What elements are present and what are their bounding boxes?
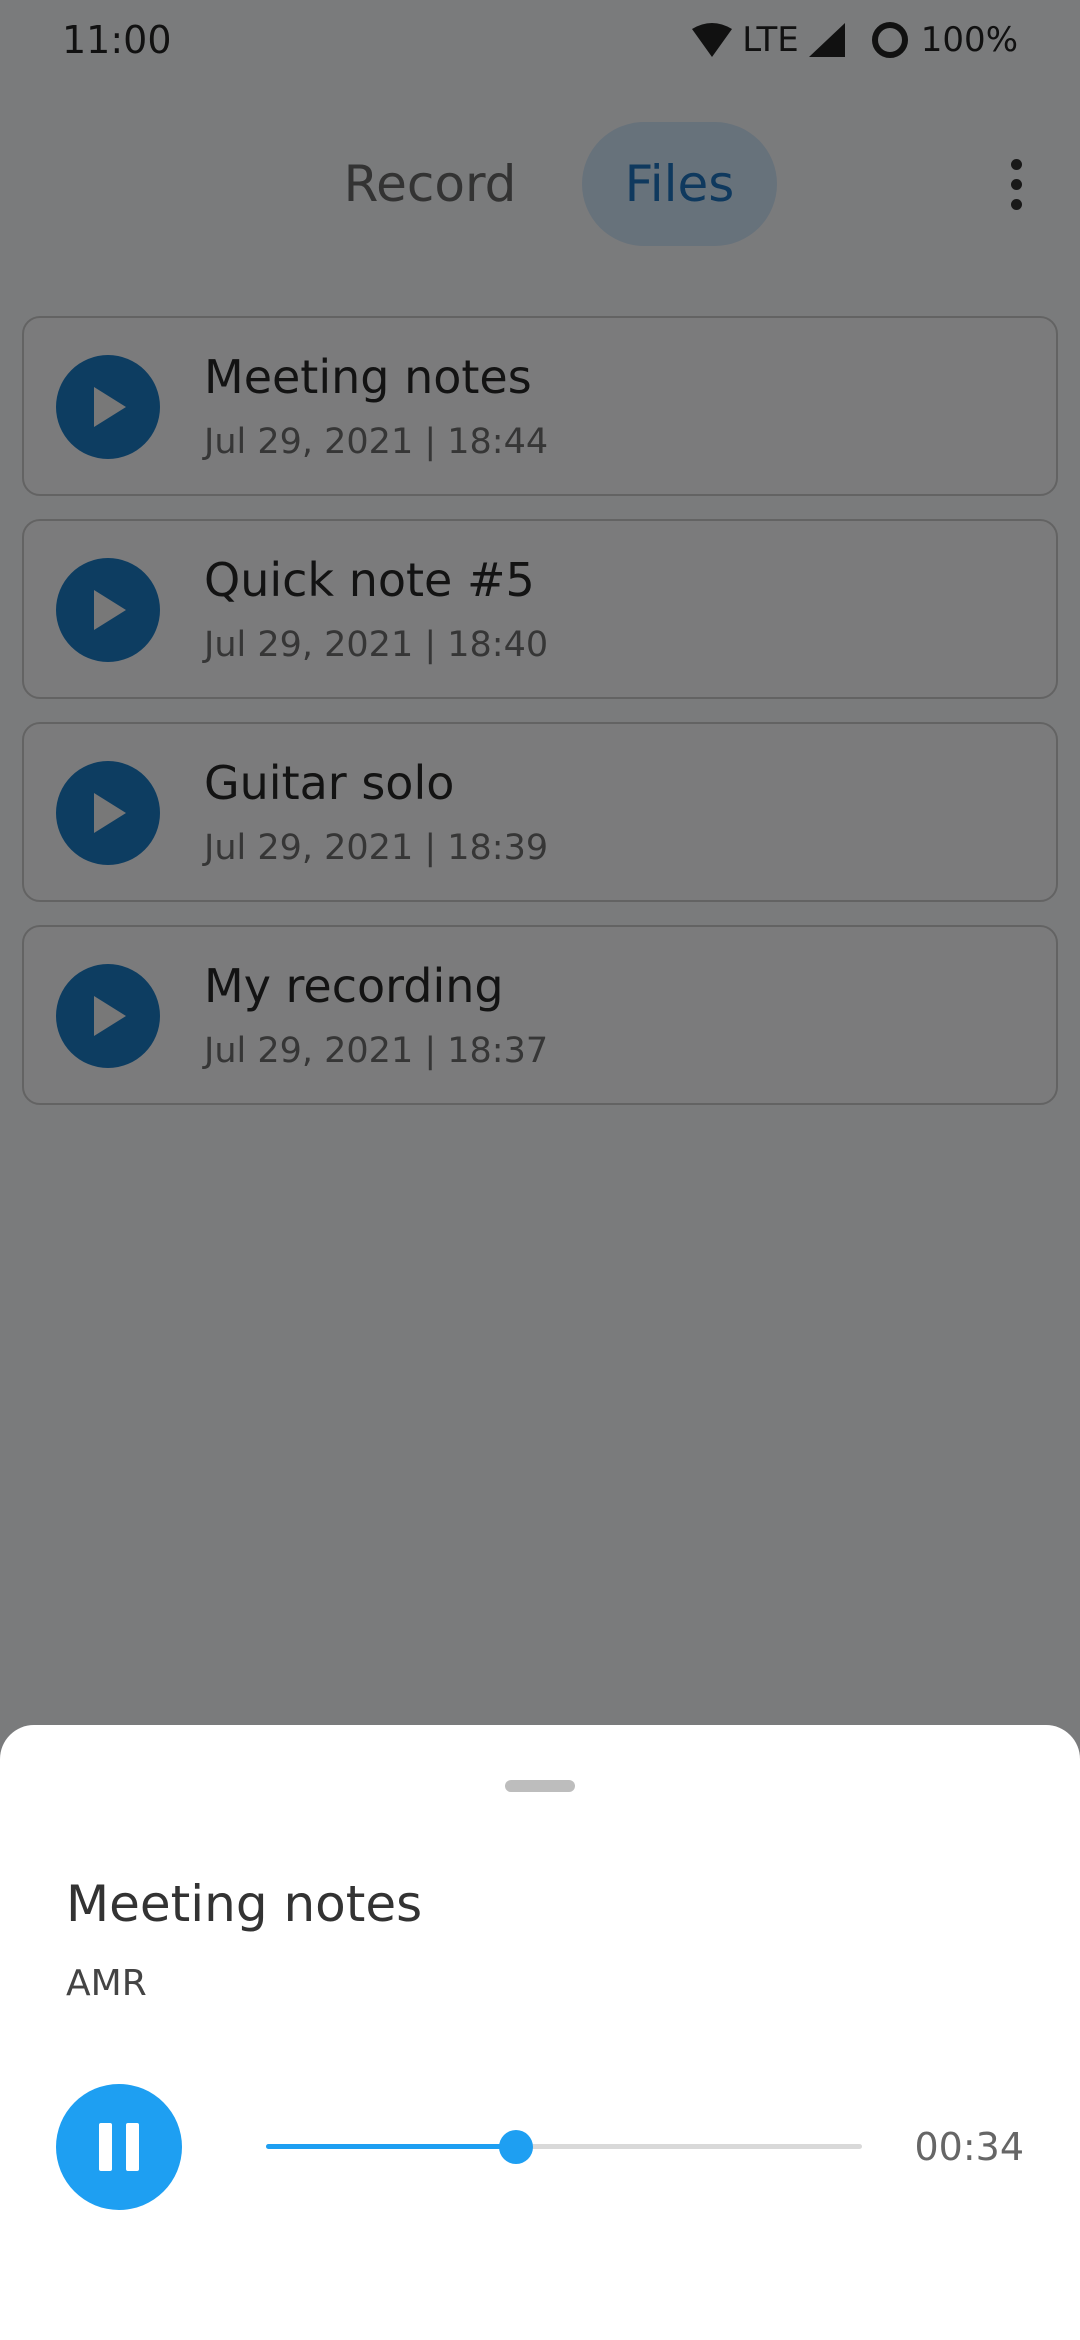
seek-progress bbox=[266, 2144, 517, 2149]
seek-thumb[interactable] bbox=[499, 2130, 534, 2164]
player-title: Meeting notes bbox=[66, 1875, 423, 1933]
player-bottom-sheet: Meeting notes AMR 00:34 bbox=[0, 1725, 1080, 2340]
player-format: AMR bbox=[66, 1963, 147, 2004]
drag-handle[interactable] bbox=[505, 1780, 575, 1792]
pause-icon bbox=[99, 2123, 112, 2171]
elapsed-time: 00:34 bbox=[914, 2125, 1024, 2169]
seek-bar[interactable] bbox=[266, 2125, 862, 2169]
pause-button[interactable] bbox=[56, 2084, 182, 2210]
